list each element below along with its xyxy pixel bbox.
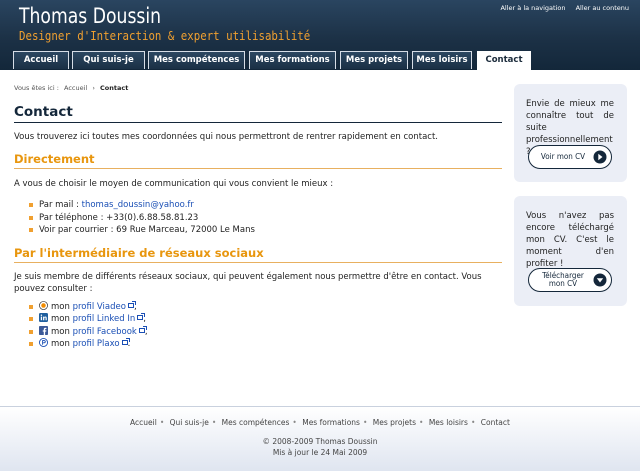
social-prefix: mon (51, 301, 70, 312)
mail-label: Par mail : (39, 200, 79, 210)
view-cv-button-label: Voir mon CV (540, 151, 586, 161)
tab-mes-projets[interactable]: Mes projets (340, 51, 408, 69)
section-title-direct: Directement (14, 152, 502, 169)
breadcrumb-home-link[interactable]: Accueil (64, 84, 87, 92)
site-header: Thomas Doussin Designer d'Interaction & … (0, 0, 640, 70)
sidebar-box-text: Vous n'avez pas encore téléchargé mon CV… (526, 211, 614, 269)
footer-separator: • (362, 418, 368, 427)
download-cv-button[interactable]: Télécharger mon CV (528, 268, 612, 292)
download-cv-label-line2: mon CV (548, 279, 578, 288)
section-title-social: Par l'intermédiaire de réseaux sociaux (14, 246, 502, 263)
facebook-profile-link[interactable]: profil Facebook (73, 327, 137, 337)
tab-qui-suis-je[interactable]: Qui suis-je (72, 51, 145, 69)
plaxo-profile-link[interactable]: profil Plaxo (73, 339, 120, 349)
skip-to-navigation-link[interactable]: Aller à la navigation (500, 4, 565, 12)
skip-links: Aller à la navigation Aller au contenu (492, 4, 629, 12)
footer-link-mes-formations[interactable]: Mes formations (302, 418, 360, 427)
list-item: Voir par courrier : 69 Rue Marceau, 7200… (29, 224, 502, 237)
site-footer: Accueil • Qui suis-je • Mes compétences • M… (0, 406, 640, 471)
footer-separator: • (159, 418, 165, 427)
footer-link-contact[interactable]: Contact (481, 418, 510, 427)
main-content: Contact Vous trouverez ici toutes mes co… (14, 104, 502, 351)
breadcrumb-prefix: Vous êtes ici : (14, 84, 59, 92)
footer-separator: • (470, 418, 476, 427)
arrow-down-icon (593, 273, 607, 287)
list-item: mon profil Linked In, (29, 313, 502, 326)
site-tagline: Designer d'Interaction & expert utilisab… (19, 28, 311, 43)
arrow-right-icon (593, 150, 607, 164)
breadcrumb-separator: › (92, 84, 95, 92)
social-prefix: mon (51, 326, 70, 337)
phone-value: +33(0).6.88.58.81.23 (106, 212, 199, 223)
mail-link[interactable]: thomas_doussin@yahoo.fr (82, 200, 194, 210)
copyright-text: © 2008-2009 Thomas Doussin (262, 437, 378, 446)
list-item: Par mail : thomas_doussin@yahoo.fr (29, 199, 502, 212)
footer-separator: • (418, 418, 424, 427)
footer-navigation: Accueil • Qui suis-je • Mes compétences • M… (0, 418, 640, 427)
post-value: 69 Rue Marceau, 72000 Le Mans (116, 225, 255, 235)
footer-link-qui-suis-je[interactable]: Qui suis-je (170, 418, 209, 427)
external-link-icon (121, 338, 130, 345)
site-title[interactable]: Thomas Doussin (19, 4, 161, 28)
social-text: Je suis membre de différents réseaux soc… (14, 271, 482, 294)
footer-link-mes-projets[interactable]: Mes projets (373, 418, 416, 427)
intro-text: Vous trouverez ici toutes mes coordonnée… (14, 132, 438, 142)
tab-mes-competences[interactable]: Mes compétences (148, 51, 245, 69)
footer-separator: • (211, 418, 217, 427)
external-link-icon (138, 325, 147, 333)
social-prefix: mon (51, 339, 70, 349)
social-prefix: mon (51, 314, 70, 324)
list-item: Par téléphone : +33(0).6.88.58.81.23 (29, 212, 502, 225)
page-title: Contact (14, 104, 502, 123)
linkedin-profile-link[interactable]: profil Linked In (73, 314, 136, 324)
sidebar-box-download-cv: Vous n'avez pas encore téléchargé mon CV… (514, 196, 627, 306)
list-item: mon profil Viadeo, (29, 300, 502, 314)
view-cv-button[interactable]: Voir mon CV (528, 145, 612, 169)
tab-contact[interactable]: Contact (477, 51, 531, 70)
tab-accueil[interactable]: Accueil (13, 51, 69, 69)
external-link-icon (127, 300, 136, 308)
skip-to-content-link[interactable]: Aller au contenu (576, 4, 629, 12)
post-label: Voir par courrier : (39, 225, 114, 235)
tab-mes-formations[interactable]: Mes formations (249, 51, 336, 69)
linkedin-icon (39, 313, 48, 322)
footer-link-mes-loisirs[interactable]: Mes loisirs (429, 418, 468, 427)
last-updated-text: Mis à jour le 24 Mai 2009 (272, 447, 368, 457)
viadeo-icon (39, 300, 48, 310)
footer-link-accueil[interactable]: Accueil (130, 418, 157, 427)
external-link-icon (137, 313, 146, 320)
footer-separator: • (292, 418, 297, 427)
direct-text: A vous de choisir le moyen de communicat… (14, 179, 334, 189)
tab-mes-loisirs[interactable]: Mes loisirs (412, 51, 472, 69)
phone-label: Par téléphone : (39, 212, 104, 223)
facebook-icon (39, 325, 48, 335)
sidebar-box-view-cv: Envie de mieux me connaître tout de suit… (514, 84, 627, 182)
list-item: mon profil Plaxo. (29, 338, 502, 351)
footer-copyright: © 2008-2009 Thomas Doussin Mis à jour le… (0, 437, 640, 458)
plaxo-icon (39, 338, 48, 347)
footer-link-mes-competences[interactable]: Mes compétences (222, 418, 290, 427)
contact-list: Par mail : thomas_doussin@yahoo.fr Par t… (29, 199, 502, 237)
viadeo-profile-link[interactable]: profil Viadeo (73, 302, 126, 312)
breadcrumb-current: Contact (100, 84, 129, 92)
breadcrumb: Vous êtes ici : Accueil › Contact (14, 84, 128, 92)
list-item: mon profil Facebook, (29, 325, 502, 339)
download-cv-button-label: Télécharger mon CV (538, 269, 588, 291)
social-list: mon profil Viadeo, mon profil Linked In,… (29, 300, 502, 351)
